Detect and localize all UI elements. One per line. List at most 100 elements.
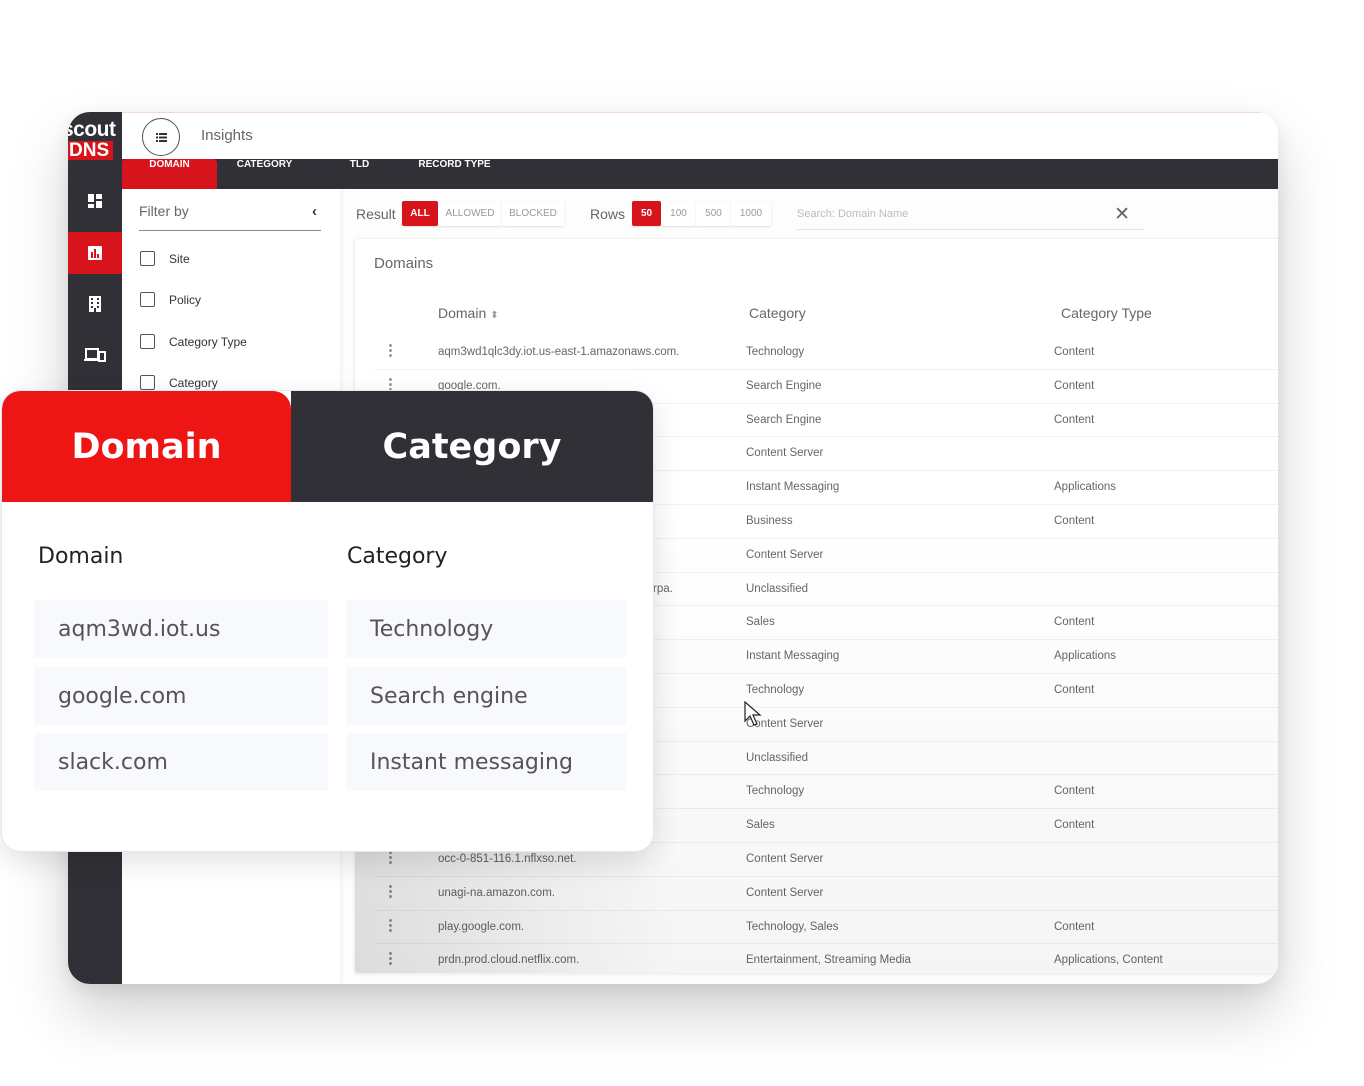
column-header-domain[interactable]: Domain ⬍ (438, 305, 499, 321)
row-actions-kebab-icon[interactable]: ⋮ (383, 918, 398, 933)
rail-item-sites[interactable] (68, 283, 122, 325)
cell-category: Technology (746, 683, 805, 696)
column-header-category: Category (749, 305, 806, 321)
domain-category-callout: Domain Category Domain Category aqm3wd.i… (2, 391, 653, 851)
dashboard-icon (88, 194, 102, 208)
top-bar: Insights (122, 112, 1278, 159)
rows-500-button[interactable]: 500 (696, 201, 731, 226)
callout-category-cell: Technology (346, 600, 626, 658)
cell-category: Content Server (746, 548, 824, 561)
results-toolbar: Result ALL ALLOWED BLOCKED Rows 50 100 5… (356, 200, 1278, 230)
cell-category: Unclassified (746, 751, 808, 764)
row-actions-kebab-icon[interactable]: ⋮ (383, 377, 398, 392)
cell-category: Technology (746, 346, 805, 358)
row-actions-kebab-icon[interactable]: ⋮ (383, 951, 398, 966)
collapse-chevron-left-icon[interactable]: ‹ (312, 203, 317, 220)
list-menu-icon (155, 132, 167, 142)
devices-icon (84, 348, 106, 362)
result-label: Result (356, 206, 396, 222)
cell-category-type: Content (1054, 379, 1095, 392)
rows-100-button[interactable]: 100 (661, 201, 696, 226)
tab-domain[interactable]: DOMAIN (122, 159, 217, 189)
result-blocked-button[interactable]: BLOCKED (502, 201, 564, 226)
cell-category-type: Content (1054, 819, 1095, 832)
building-icon (89, 296, 101, 312)
table-row[interactable]: ⋮ prdn.prod.cloud.netflix.com. Entertainme… (375, 944, 1278, 973)
filter-label: Site (169, 251, 190, 266)
cell-category: Unclassified (746, 582, 808, 595)
cell-category: Content Server (746, 447, 824, 460)
scoutdns-logo: scout DNS (68, 118, 122, 160)
filter-option-site[interactable]: Site (140, 251, 190, 266)
column-label: Domain (438, 305, 487, 321)
filter-label: Category (169, 375, 218, 390)
cell-category-type: Applications (1054, 481, 1117, 494)
filter-option-category[interactable]: Category (140, 375, 218, 390)
cell-category: Technology, Sales (746, 920, 839, 933)
callout-category-cell: Search engine (346, 667, 626, 725)
cell-category-type: Content (1054, 683, 1095, 696)
result-all-button[interactable]: ALL (402, 201, 438, 226)
filter-option-policy[interactable]: Policy (140, 292, 201, 307)
cell-domain: occ-0-851-116.1.nflxso.net. (438, 852, 577, 865)
checkbox[interactable] (140, 251, 155, 266)
checkbox[interactable] (140, 292, 155, 307)
cell-category: Entertainment, Streaming Media (746, 954, 911, 967)
tab-tld[interactable]: TLD (332, 159, 387, 189)
table-row[interactable]: ⋮ aqm3wd1qlc3dy.iot.us-east-1.amazonaws.c… (375, 336, 1278, 370)
callout-tab-category[interactable]: Category (291, 391, 653, 502)
checkbox[interactable] (140, 334, 155, 349)
rail-item-dashboard[interactable] (68, 180, 122, 222)
filter-option-category-type[interactable]: Category Type (140, 334, 247, 349)
table-row[interactable]: ⋮ unagi-na.amazon.com. Content Server (375, 877, 1278, 911)
clear-search-icon[interactable]: ✕ (1114, 203, 1130, 226)
cell-category-type: Content (1054, 413, 1095, 426)
result-allowed-button[interactable]: ALLOWED (438, 201, 502, 226)
cell-category-type: Content (1054, 616, 1095, 629)
table-header: Domain ⬍ Category Category Type (355, 302, 1278, 328)
tab-record-type[interactable]: RECORD TYPE (412, 159, 497, 189)
row-actions-kebab-icon[interactable]: ⋮ (383, 850, 398, 865)
column-header-category-type: Category Type (1061, 305, 1152, 321)
callout-domain-cell: aqm3wd.iot.us (34, 600, 328, 658)
cell-domain: prdn.prod.cloud.netflix.com. (438, 954, 580, 967)
mouse-cursor-icon (744, 701, 762, 726)
cell-category: Technology (746, 785, 805, 798)
row-actions-kebab-icon[interactable]: ⋮ (383, 884, 398, 899)
table-row[interactable]: ⋮ play.google.com. Technology, Sales Conten… (375, 911, 1278, 945)
checkbox[interactable] (140, 375, 155, 390)
rows-50-button[interactable]: 50 (632, 201, 661, 226)
callout-domain-cell: slack.com (34, 733, 328, 791)
cell-category: Sales (746, 616, 775, 629)
sort-icon[interactable]: ⬍ (490, 310, 498, 321)
cell-category: Content Server (746, 886, 824, 899)
cell-category-type: Content (1054, 785, 1095, 798)
cell-category-type: Content (1054, 920, 1095, 933)
cell-category: Business (746, 514, 793, 527)
logo-text-dns: DNS (68, 141, 114, 160)
menu-toggle-button[interactable] (142, 118, 180, 156)
cell-category: Sales (746, 819, 775, 832)
filter-header: Filter by ‹ (139, 203, 321, 231)
row-actions-kebab-icon[interactable]: ⋮ (383, 343, 398, 358)
filter-label: Category Type (169, 334, 247, 349)
rail-item-devices[interactable] (68, 334, 122, 376)
insight-tabs: DOMAIN CATEGORY TLD RECORD TYPE (122, 159, 1278, 189)
cell-category-type: Content (1054, 514, 1095, 527)
cell-category-type: Applications, Content (1054, 954, 1163, 967)
domain-search-input[interactable] (797, 208, 1097, 220)
domain-search-field: ✕ (797, 202, 1144, 230)
rows-1000-button[interactable]: 1000 (731, 201, 771, 226)
rail-item-insights[interactable] (68, 232, 122, 274)
tab-category[interactable]: CATEGORY (217, 159, 312, 189)
cell-domain: aqm3wd1qlc3dy.iot.us-east-1.amazonaws.co… (438, 346, 680, 358)
cell-category: Instant Messaging (746, 481, 840, 494)
cell-domain: google.com. (438, 379, 501, 392)
card-title: Domains (374, 255, 434, 272)
cell-category: Search Engine (746, 413, 822, 426)
cell-category-type: Applications (1054, 650, 1117, 663)
cell-category: Content Server (746, 852, 824, 865)
callout-tab-domain[interactable]: Domain (2, 391, 291, 502)
callout-header-domain: Domain (38, 544, 124, 569)
filter-label: Policy (169, 292, 202, 307)
